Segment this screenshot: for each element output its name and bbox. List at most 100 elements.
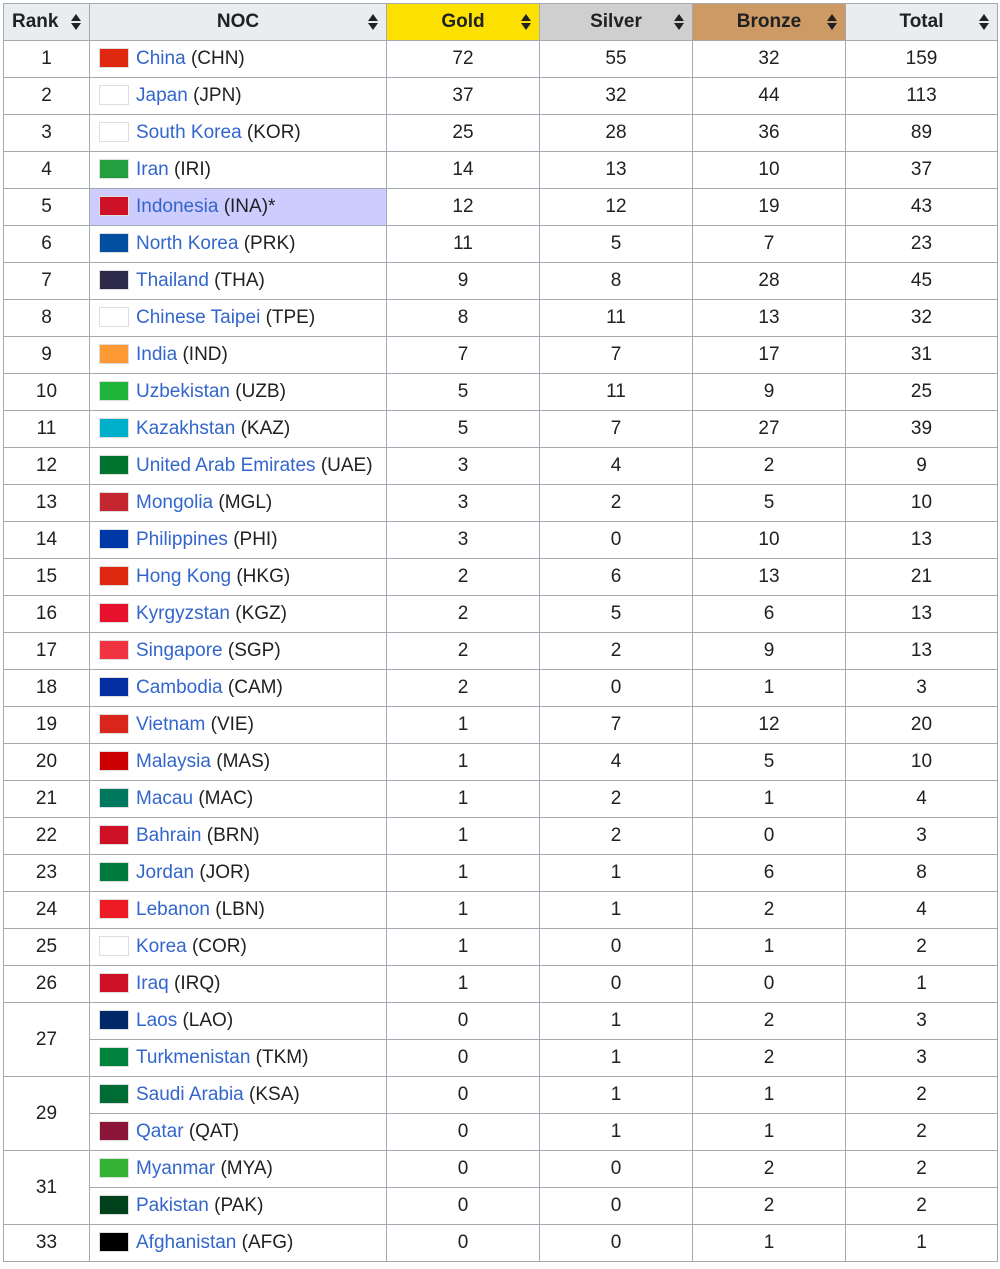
country-link[interactable]: Chinese Taipei [136,307,260,328]
total-cell: 21 [845,558,998,596]
country-code: (BRN) [206,825,260,846]
total-cell: 13 [845,632,998,670]
rank-header[interactable]: Rank [3,3,90,41]
noc-cell: Philippines (PHI) [89,521,387,559]
table-row: 18 Cambodia (CAM) 2 0 1 3 [3,669,998,707]
country-link[interactable]: Mongolia [136,492,213,513]
bronze-cell: 5 [692,484,846,522]
country-link[interactable]: Singapore [136,640,223,661]
country-code: (MAS) [216,751,271,772]
country-link[interactable]: Pakistan [136,1195,209,1216]
bronze-cell: 0 [692,817,846,855]
country-link[interactable]: Cambodia [136,677,223,698]
country-link[interactable]: Vietnam [136,714,205,735]
bronze-cell: 44 [692,77,846,115]
bronze-cell: 2 [692,1150,846,1188]
country-code: (THA) [214,270,265,291]
noc-cell: Korea (COR) [89,928,387,966]
rank-cell: 17 [3,632,90,670]
rank-cell: 22 [3,817,90,855]
country-link[interactable]: Qatar [136,1121,184,1142]
country-link[interactable]: Iran [136,159,169,180]
gold-cell: 1 [386,780,540,818]
country-link[interactable]: Laos [136,1010,177,1031]
sort-icon[interactable] [827,13,837,31]
country-link[interactable]: Uzbekistan [136,381,230,402]
country-link[interactable]: Japan [136,85,188,106]
country-link[interactable]: United Arab Emirates [136,455,316,476]
gold-cell: 14 [386,151,540,189]
country-link[interactable]: Malaysia [136,751,211,772]
table-row: 25 Korea (COR) 1 0 1 2 [3,928,998,966]
gold-cell: 0 [386,1224,540,1262]
silver-cell: 5 [539,595,693,633]
noc-cell: Cambodia (CAM) [89,669,387,707]
sort-icon[interactable] [71,13,81,31]
bronze-cell: 1 [692,780,846,818]
country-link[interactable]: Bahrain [136,825,202,846]
country-link[interactable]: Afghanistan [136,1232,236,1253]
total-cell: 2 [845,928,998,966]
silver-cell: 8 [539,262,693,300]
total-header-label: Total [899,11,944,32]
country-link[interactable]: Hong Kong [136,566,231,587]
country-link[interactable]: Indonesia [136,196,218,217]
rank-cell: 26 [3,965,90,1003]
table-row: 17 Singapore (SGP) 2 2 9 13 [3,632,998,670]
total-cell: 2 [845,1187,998,1225]
sort-icon[interactable] [368,13,378,31]
country-link[interactable]: Thailand [136,270,209,291]
noc-cell: Chinese Taipei (TPE) [89,299,387,337]
flag-icon [99,714,129,734]
country-link[interactable]: South Korea [136,122,242,143]
sort-icon[interactable] [674,13,684,31]
country-code: (UAE) [320,455,373,476]
table-row: 24 Lebanon (LBN) 1 1 2 4 [3,891,998,929]
bronze-header[interactable]: Bronze [692,3,846,41]
silver-cell: 2 [539,817,693,855]
table-row: 33 Afghanistan (AFG) 0 0 1 1 [3,1224,998,1262]
gold-cell: 8 [386,299,540,337]
sort-icon[interactable] [979,13,989,31]
country-link[interactable]: Turkmenistan [136,1047,250,1068]
gold-header[interactable]: Gold [386,3,540,41]
country-link[interactable]: North Korea [136,233,238,254]
country-link[interactable]: Iraq [136,973,169,994]
country-link[interactable]: Macau [136,788,193,809]
noc-header[interactable]: NOC [89,3,387,41]
total-header[interactable]: Total [845,3,998,41]
silver-header[interactable]: Silver [539,3,693,41]
flag-icon [99,566,129,586]
table-row: 6 North Korea (PRK) 11 5 7 23 [3,225,998,263]
country-link[interactable]: Kazakhstan [136,418,235,439]
gold-cell: 0 [386,1002,540,1040]
table-row: 10 Uzbekistan (UZB) 5 11 9 25 [3,373,998,411]
rank-cell: 33 [3,1224,90,1262]
country-link[interactable]: China [136,48,186,69]
silver-cell: 5 [539,225,693,263]
flag-icon [99,270,129,290]
country-link[interactable]: Lebanon [136,899,210,920]
total-cell: 2 [845,1113,998,1151]
sort-icon[interactable] [521,13,531,31]
total-cell: 10 [845,743,998,781]
country-code: (VIE) [210,714,254,735]
country-link[interactable]: Myanmar [136,1158,215,1179]
table-row: 11 Kazakhstan (KAZ) 5 7 27 39 [3,410,998,448]
table-row: 29 Saudi Arabia (KSA) 0 1 1 2 [3,1076,998,1151]
silver-cell: 6 [539,558,693,596]
table-row: Turkmenistan (TKM) 0 1 2 3 [4,1039,998,1077]
rank-cell: 12 [3,447,90,485]
country-link[interactable]: Saudi Arabia [136,1084,244,1105]
country-link[interactable]: Jordan [136,862,194,883]
country-link[interactable]: Philippines [136,529,228,550]
country-link[interactable]: Kyrgyzstan [136,603,230,624]
total-cell: 43 [845,188,998,226]
rank-cell: 3 [3,114,90,152]
bronze-cell: 12 [692,706,846,744]
gold-cell: 1 [386,891,540,929]
flag-icon [99,344,129,364]
country-link[interactable]: India [136,344,177,365]
country-link[interactable]: Korea [136,936,187,957]
silver-cell: 7 [539,706,693,744]
